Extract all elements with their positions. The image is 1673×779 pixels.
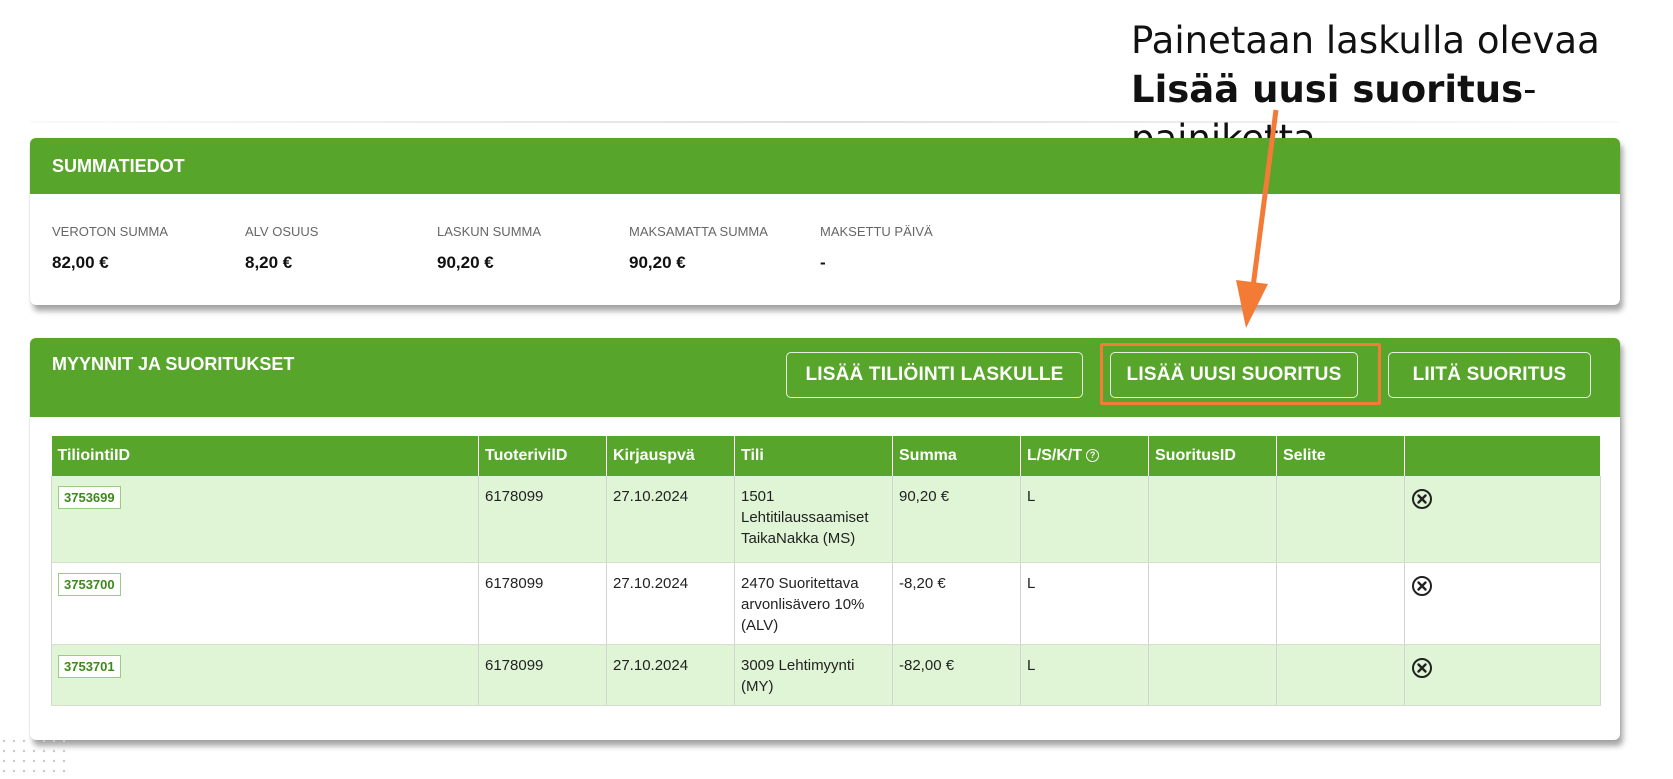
arrow-icon: [1236, 109, 1279, 328]
